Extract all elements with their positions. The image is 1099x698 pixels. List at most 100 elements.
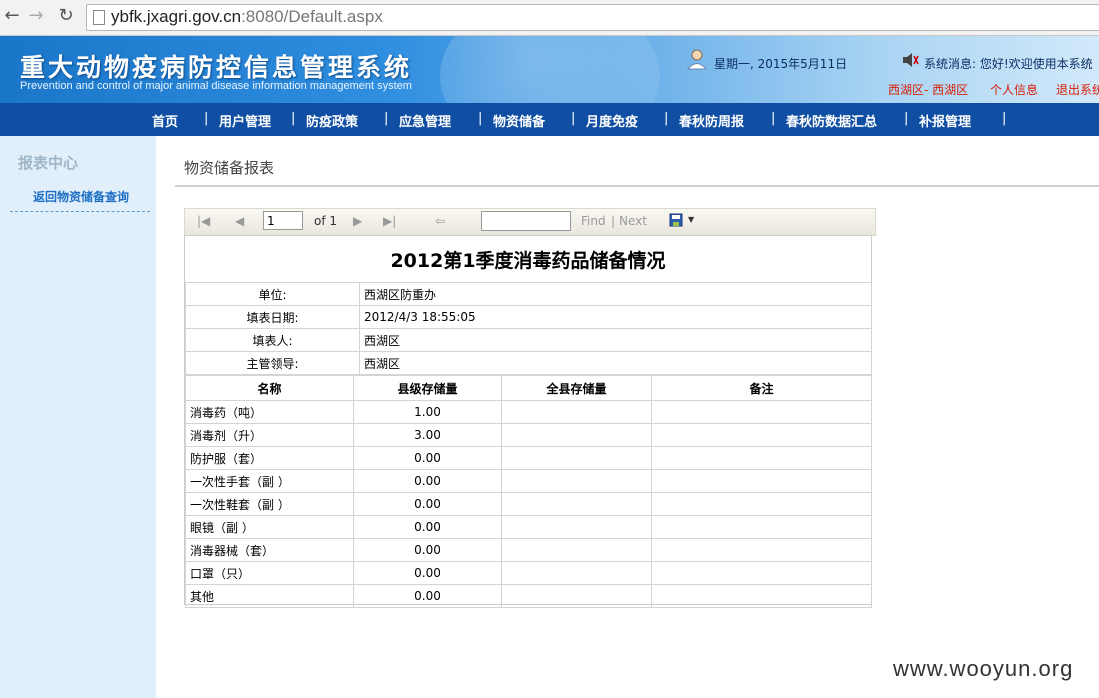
item-name: 口罩（只） <box>185 561 354 585</box>
nav-separator: | <box>904 111 909 126</box>
table-row: 消毒器械（套） 0.00 <box>185 538 872 562</box>
personal-info-link[interactable]: 个人信息 <box>990 81 1038 98</box>
info-value: 西湖区防重办 <box>359 282 872 306</box>
item-remark <box>651 446 872 470</box>
nav-separator: | <box>571 111 576 126</box>
globe-decoration <box>440 36 660 103</box>
item-remark <box>651 400 872 424</box>
item-county-amount: 0.00 <box>353 469 502 493</box>
info-label: 单位: <box>185 282 360 306</box>
info-label: 主管领导: <box>185 351 360 375</box>
item-name: 消毒剂（升） <box>185 423 354 447</box>
report-toolbar: |◀ ◀ 1 of 1 ▶ ▶| ⇦ Find | Next ▼ <box>184 208 876 236</box>
table-row: 消毒药（吨） 1.00 <box>185 400 872 424</box>
column-header: 备注 <box>651 375 872 401</box>
item-total-amount <box>501 446 652 470</box>
back-arrow-icon[interactable]: ← <box>2 6 22 26</box>
forward-arrow-icon[interactable]: → <box>26 6 46 26</box>
item-name: 消毒器械（套） <box>185 538 354 562</box>
export-save-icon[interactable] <box>669 213 683 227</box>
page-number-input[interactable]: 1 <box>263 211 303 230</box>
nav-monthly-immunization[interactable]: 月度免疫 <box>586 111 638 130</box>
column-header: 名称 <box>185 375 354 401</box>
next-page-icon[interactable]: ▶ <box>353 214 362 228</box>
first-page-icon[interactable]: |◀ <box>197 214 210 228</box>
export-dropdown-arrow-icon[interactable]: ▼ <box>688 215 694 224</box>
item-name: 其他 <box>185 584 354 608</box>
item-remark <box>651 492 872 516</box>
nav-separator: | <box>291 111 296 126</box>
item-county-amount: 0.00 <box>353 515 502 539</box>
nav-emergency[interactable]: 应急管理 <box>399 111 451 130</box>
page-count-label: of 1 <box>314 214 338 228</box>
nav-user-management[interactable]: 用户管理 <box>219 111 271 130</box>
find-separator: | <box>611 214 616 228</box>
user-icon <box>686 49 708 70</box>
reload-icon[interactable]: ↻ <box>56 6 76 26</box>
item-name: 一次性手套（副 ） <box>185 469 354 493</box>
item-name: 一次性鞋套（副 ） <box>185 492 354 516</box>
nav-data-summary[interactable]: 春秋防数据汇总 <box>786 111 877 130</box>
back-to-parent-icon[interactable]: ⇦ <box>435 214 445 228</box>
item-total-amount <box>501 469 652 493</box>
item-county-amount: 3.00 <box>353 423 502 447</box>
nav-home[interactable]: 首页 <box>152 111 178 130</box>
main-nav: 首页 | 用户管理 | 防疫政策 | 应急管理 | 物资储备 | 月度免疫 | … <box>0 103 1099 136</box>
table-row: 一次性手套（副 ） 0.00 <box>185 469 872 493</box>
sidebar: 报表中心 返回物资储备查询 <box>0 136 156 698</box>
info-row: 填表日期: 2012/4/3 18:55:05 <box>185 305 872 329</box>
info-row: 填表人: 西湖区 <box>185 328 872 352</box>
table-row: 防护服（套） 0.00 <box>185 446 872 470</box>
logout-link[interactable]: 退出系统 <box>1056 81 1099 98</box>
find-text-input[interactable] <box>481 211 571 231</box>
item-total-amount <box>501 584 652 608</box>
speaker-icon <box>903 53 919 67</box>
sidebar-divider <box>10 211 150 212</box>
nav-weekly-report[interactable]: 春秋防周报 <box>679 111 744 130</box>
report-items-table: 名称 县级存储量 全县存储量 备注 消毒药（吨） 1.00 消毒剂（升） 3.0… <box>185 375 872 608</box>
sidebar-title: 报表中心 <box>18 154 79 172</box>
info-label: 填表人: <box>185 328 360 352</box>
item-remark <box>651 584 872 608</box>
nav-separator: | <box>204 111 209 126</box>
nav-policy[interactable]: 防疫政策 <box>306 111 358 130</box>
nav-supplies[interactable]: 物资储备 <box>493 111 545 130</box>
item-county-amount: 0.00 <box>353 492 502 516</box>
find-next-link[interactable]: Next <box>619 214 647 228</box>
address-bar[interactable]: ybfk.jxagri.gov.cn:8080/Default.aspx <box>86 4 1099 31</box>
system-subtitle: Prevention and control of major animal d… <box>20 80 412 92</box>
previous-page-icon[interactable]: ◀ <box>235 214 244 228</box>
item-total-amount <box>501 561 652 585</box>
item-remark <box>651 423 872 447</box>
nav-separator: | <box>478 111 483 126</box>
sidebar-link-back[interactable]: 返回物资储备查询 <box>33 188 129 205</box>
nav-separator: | <box>664 111 669 126</box>
date-text: 星期一, 2015年5月11日 <box>714 57 848 71</box>
item-remark <box>651 515 872 539</box>
item-county-amount: 0.00 <box>353 538 502 562</box>
item-remark <box>651 561 872 585</box>
region-link[interactable]: 西湖区- 西湖区 <box>888 81 968 98</box>
info-value: 2012/4/3 18:55:05 <box>359 305 872 329</box>
watermark: www.wooyun.org <box>893 656 1074 681</box>
last-page-icon[interactable]: ▶| <box>383 214 396 228</box>
column-header: 县级存储量 <box>353 375 502 401</box>
find-link[interactable]: Find <box>581 214 606 228</box>
nav-separator: | <box>771 111 776 126</box>
item-total-amount <box>501 492 652 516</box>
table-row: 其他 0.00 <box>185 584 872 608</box>
info-label: 填表日期: <box>185 305 360 329</box>
table-header-row: 名称 县级存储量 全县存储量 备注 <box>185 375 872 401</box>
item-remark <box>651 469 872 493</box>
report-page: 2012第1季度消毒药品储备情况 单位: 西湖区防重办 填表日期: 2012/4… <box>184 235 872 608</box>
item-remark <box>651 538 872 562</box>
item-total-amount <box>501 423 652 447</box>
item-county-amount: 0.00 <box>353 561 502 585</box>
report-info-table: 单位: 西湖区防重办 填表日期: 2012/4/3 18:55:05 填表人: … <box>185 282 872 375</box>
item-total-amount <box>501 538 652 562</box>
item-name: 消毒药（吨） <box>185 400 354 424</box>
item-total-amount <box>501 515 652 539</box>
nav-supplementary[interactable]: 补报管理 <box>919 111 971 130</box>
page-icon <box>93 10 105 25</box>
item-name: 眼镜（副 ） <box>185 515 354 539</box>
